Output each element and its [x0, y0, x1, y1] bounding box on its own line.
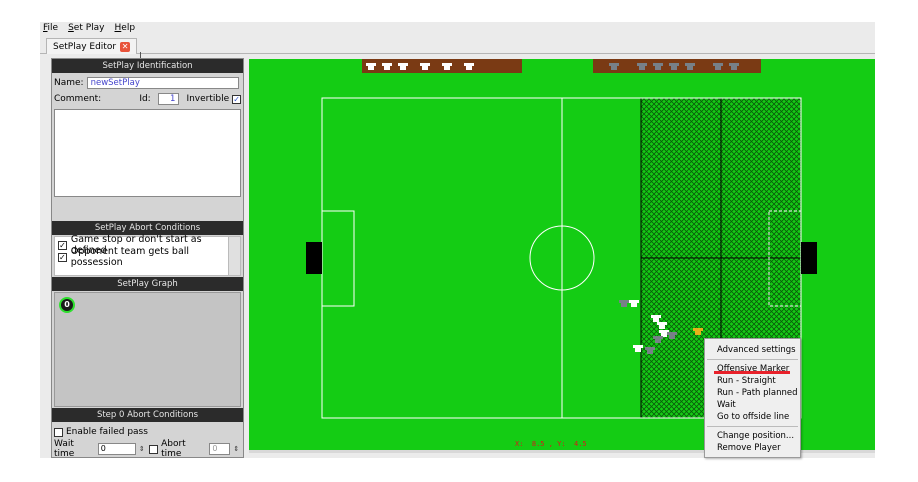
spin-arrows-icon[interactable]: ⇕ [233, 443, 241, 455]
checkbox-icon[interactable]: ✓ [58, 240, 67, 250]
player-context-menu: Advanced settings Offensive Marker Run -… [704, 338, 801, 458]
opponent-player-icon [619, 299, 629, 307]
player-shirt-icon[interactable] [398, 62, 408, 70]
invertible-checkbox[interactable]: ✓ [232, 94, 241, 104]
tab-setplay-editor[interactable]: SetPlay Editor ✕ [46, 38, 138, 54]
player-icon[interactable] [629, 299, 639, 307]
close-icon[interactable]: ✕ [120, 41, 131, 52]
spin-arrows-icon[interactable]: ⇕ [139, 443, 147, 455]
menu-help[interactable]: Help [115, 23, 136, 33]
player-icon[interactable] [633, 344, 643, 352]
identification-section: Name: newSetPlay Comment: Id: 1 Invertib… [52, 73, 243, 221]
menu-separator [707, 359, 798, 360]
setplay-graph[interactable]: 0 [54, 292, 241, 407]
menu-item-change-position[interactable]: Change position... [705, 430, 800, 442]
opponent-shirt-icon [669, 62, 679, 70]
abort-time-label: Abort time [161, 439, 186, 459]
player-icon[interactable] [657, 321, 667, 329]
tab-label: SetPlay Editor [53, 41, 117, 52]
opponent-shirt-icon [653, 62, 663, 70]
menu-setplay[interactable]: Set Play [68, 23, 104, 33]
goalkeeper-icon[interactable] [693, 327, 703, 335]
menu-item-run-path-planned[interactable]: Run - Path planned [705, 387, 800, 399]
checkbox-icon[interactable]: ✓ [58, 252, 67, 262]
failed-pass-label: Enable failed pass [66, 427, 148, 437]
abort-condition-item[interactable]: ✓ Opponent team gets ball possession [58, 246, 237, 268]
menu-separator [707, 426, 798, 427]
menu-item-remove-player[interactable]: Remove Player [705, 442, 800, 454]
opponent-shirt-icon [609, 62, 619, 70]
step-abort-header: Step 0 Abort Conditions [52, 408, 243, 422]
menu-item-go-to-offside-line[interactable]: Go to offside line [705, 411, 800, 423]
right-goal [801, 242, 817, 274]
opponent-shirt-icon [729, 62, 739, 70]
opponent-shirt-icon [637, 62, 647, 70]
opponent-player-icon [645, 346, 655, 354]
menubar: File Set Play Help [40, 22, 875, 34]
player-shirt-icon[interactable] [442, 62, 452, 70]
highlight-underline [714, 371, 790, 374]
opponent-player-icon [667, 331, 677, 339]
step-abort-section: Enable failed pass Wait time 0 ⇕ Abort t… [52, 422, 243, 459]
abort-time-checkbox[interactable] [149, 444, 159, 454]
opponent-shirt-icon [685, 62, 695, 70]
identification-header: SetPlay Identification [52, 59, 243, 73]
menu-item-advanced-settings[interactable]: Advanced settings [705, 344, 800, 356]
tab-bar: SetPlay Editor ✕ [40, 36, 875, 66]
wait-time-input[interactable]: 0 [97, 443, 136, 455]
abort-list-scrollbar[interactable] [228, 237, 240, 275]
name-input[interactable]: newSetPlay [86, 77, 239, 89]
opponent-shirt-icon [713, 62, 723, 70]
left-goal [306, 242, 322, 274]
abort-conditions-header: SetPlay Abort Conditions [52, 221, 243, 235]
player-shirt-icon[interactable] [464, 62, 474, 70]
opponent-player-icon [653, 335, 663, 343]
menu-item-wait[interactable]: Wait [705, 399, 800, 411]
abort-conditions-list: ✓ Game stop or don't start as defined ✓ … [54, 234, 241, 276]
cursor-coordinates: X: 8.5 , Y: 4.5 [515, 440, 587, 448]
failed-pass-checkbox[interactable] [54, 427, 63, 437]
id-input[interactable]: 1 [157, 93, 180, 105]
menu-file[interactable]: File [43, 23, 58, 33]
name-label: Name: [54, 78, 84, 88]
graph-node[interactable]: 0 [59, 297, 75, 313]
comment-label: Comment: [54, 94, 102, 104]
player-shirt-icon[interactable] [382, 62, 392, 70]
wait-time-label: Wait time [54, 439, 75, 459]
abort-time-input[interactable]: 0 [209, 443, 231, 455]
player-shirt-icon[interactable] [420, 62, 430, 70]
left-panel: SetPlay Identification Name: newSetPlay … [51, 58, 244, 459]
menu-item-run-straight[interactable]: Run - Straight [705, 375, 800, 387]
comment-textarea[interactable] [54, 109, 241, 197]
invertible-label: Invertible [186, 94, 230, 104]
opponent-team-bench [593, 59, 761, 73]
own-team-bench[interactable] [362, 59, 522, 73]
graph-header: SetPlay Graph [52, 277, 243, 291]
id-label: Id: [139, 94, 151, 104]
player-shirt-icon[interactable] [366, 62, 376, 70]
